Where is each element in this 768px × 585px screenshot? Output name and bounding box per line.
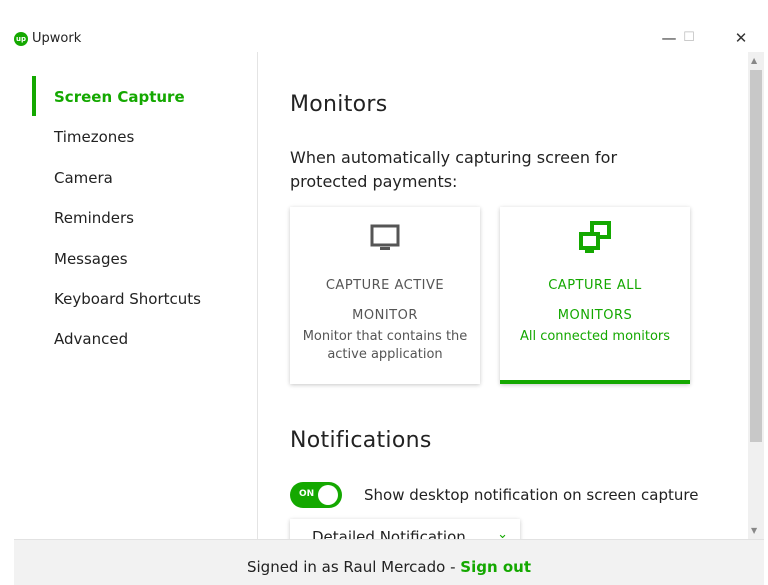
close-button[interactable]: ✕ — [726, 26, 756, 50]
monitors-heading: Monitors — [290, 92, 388, 117]
capture-all-monitors-desc: All connected monitors — [519, 329, 671, 344]
sidebar-item-timezones[interactable]: Timezones — [54, 128, 134, 146]
multiple-monitors-icon — [500, 221, 690, 255]
capture-active-monitor-title: CAPTURE ACTIVE MONITOR — [325, 278, 445, 323]
capture-all-monitors-card[interactable]: CAPTURE ALL MONITORS All connected monit… — [500, 207, 690, 384]
toggle-state-label: ON — [299, 489, 315, 499]
main-content: Monitors When automatically capturing sc… — [258, 52, 748, 539]
monitor-icon — [290, 221, 480, 255]
selected-indicator-bar — [500, 380, 690, 384]
scroll-down-arrow-icon[interactable]: ▼ — [751, 526, 757, 535]
capture-active-monitor-desc: Monitor that contains the active applica… — [302, 329, 468, 362]
notification-toggle-label: Show desktop notification on screen capt… — [364, 486, 699, 504]
maximize-button[interactable]: ☐ — [674, 26, 704, 50]
sidebar-item-advanced[interactable]: Advanced — [54, 330, 128, 348]
sidebar-item-reminders[interactable]: Reminders — [54, 209, 134, 227]
vertical-scrollbar[interactable]: ▲ ▼ — [748, 52, 764, 539]
sidebar-item-messages[interactable]: Messages — [54, 250, 128, 268]
title-bar: up Upwork — ☐ ✕ — [0, 0, 768, 52]
chevron-down-icon: ⌄ — [497, 527, 508, 539]
sidebar: Screen Capture Timezones Camera Reminder… — [14, 52, 258, 539]
notification-type-dropdown[interactable]: Detailed Notification ⌄ — [290, 519, 520, 539]
toggle-knob — [318, 485, 338, 505]
notification-toggle[interactable]: ON — [290, 482, 342, 508]
notifications-heading: Notifications — [290, 428, 432, 453]
capture-active-monitor-card[interactable]: CAPTURE ACTIVE MONITOR Monitor that cont… — [290, 207, 480, 384]
scroll-thumb[interactable] — [750, 70, 762, 442]
sign-out-link[interactable]: Sign out — [460, 558, 531, 576]
upwork-logo-icon: up — [14, 32, 28, 46]
footer: Signed in as Raul Mercado - Sign out — [14, 539, 764, 585]
dropdown-value: Detailed Notification — [312, 528, 466, 539]
active-indicator — [32, 76, 36, 116]
signed-in-text: Signed in as Raul Mercado - — [246, 558, 461, 576]
sidebar-item-keyboard-shortcuts[interactable]: Keyboard Shortcuts — [54, 290, 201, 308]
sidebar-item-camera[interactable]: Camera — [54, 169, 113, 187]
scroll-up-arrow-icon[interactable]: ▲ — [751, 56, 757, 65]
capture-all-monitors-title: CAPTURE ALL MONITORS — [548, 278, 642, 323]
monitors-subheading: When automatically capturing screen for … — [290, 148, 618, 191]
app-title: Upwork — [32, 31, 82, 46]
sidebar-item-screen-capture[interactable]: Screen Capture — [54, 88, 185, 106]
